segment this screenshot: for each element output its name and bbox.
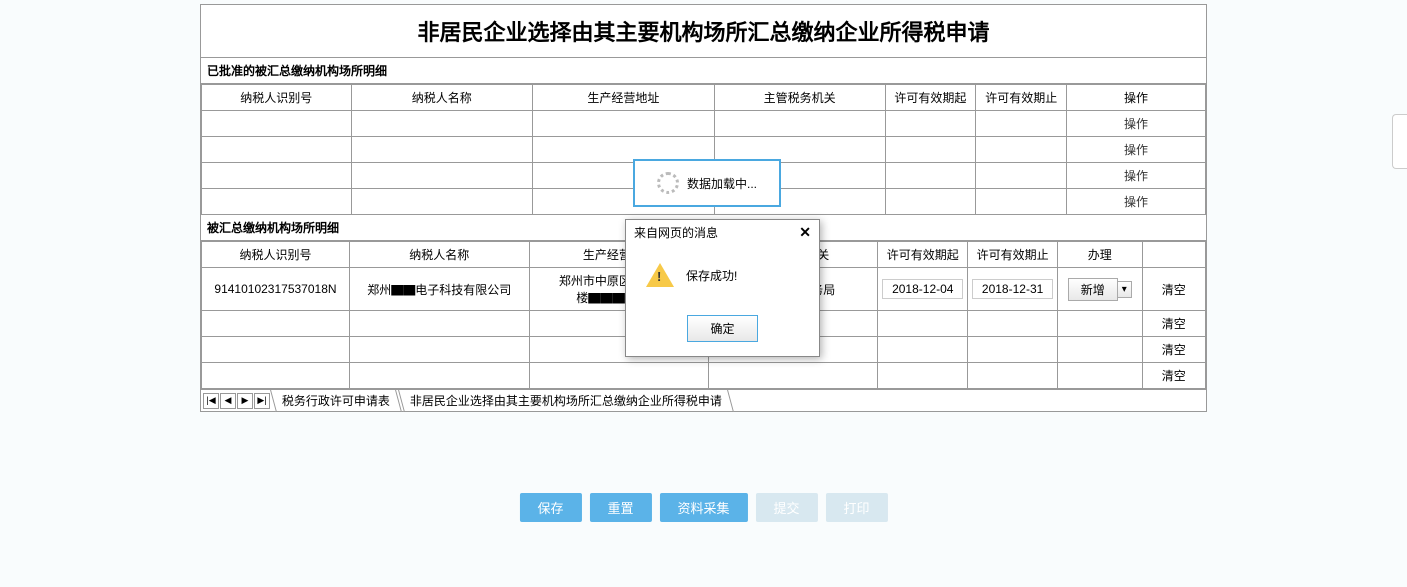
tab-bar: |◀ ◀ ▶ ▶| 税务行政许可申请表 非居民企业选择由其主要机构场所汇总缴纳企… [201, 389, 1206, 411]
clear-button[interactable]: 清空 [1162, 343, 1186, 357]
clear-button[interactable]: 清空 [1162, 317, 1186, 331]
tab-permit-form[interactable]: 税务行政许可申请表 [270, 390, 402, 412]
section1-title: 已批准的被汇总缴纳机构场所明细 [201, 58, 1206, 84]
bottom-toolbar: 保存 重置 资料采集 提交 打印 [519, 493, 887, 522]
save-button[interactable]: 保存 [519, 493, 581, 522]
clear-button[interactable]: 清空 [1162, 283, 1186, 297]
nav-next-icon[interactable]: ▶ [237, 393, 253, 409]
table-row: 清空 [202, 363, 1206, 389]
col-taxpayer-name: 纳税人名称 [351, 85, 533, 111]
col-action: 操作 [1067, 85, 1206, 111]
warning-icon [646, 263, 674, 287]
tab-nonresident-form[interactable]: 非居民企业选择由其主要机构场所汇总缴纳企业所得税申请 [398, 390, 734, 412]
cell-taxpayer-name: 郑州▇▇电子科技有限公司 [349, 268, 529, 311]
col-taxpayer-name: 纳税人名称 [349, 242, 529, 268]
col-address: 生产经营地址 [533, 85, 715, 111]
add-button[interactable]: 新增 [1068, 278, 1118, 301]
col-date-end: 许可有效期止 [976, 85, 1067, 111]
side-widget[interactable] [1392, 114, 1407, 169]
ok-button[interactable]: 确定 [687, 315, 757, 342]
page-title: 非居民企业选择由其主要机构场所汇总缴纳企业所得税申请 [201, 5, 1206, 58]
collect-button[interactable]: 资料采集 [659, 493, 747, 522]
submit-button: 提交 [756, 493, 818, 522]
cell-taxpayer-id: 91410102317537018N [202, 268, 350, 311]
message-dialog: 来自网页的消息 ✕ 保存成功! 确定 [625, 219, 820, 357]
col-tax-org: 主管税务机关 [714, 85, 885, 111]
nav-first-icon[interactable]: |◀ [203, 393, 219, 409]
reset-button[interactable]: 重置 [589, 493, 651, 522]
action-button[interactable]: 操作 [1124, 169, 1148, 183]
col-taxpayer-id: 纳税人识别号 [202, 85, 352, 111]
nav-prev-icon[interactable]: ◀ [220, 393, 236, 409]
col-date-start: 许可有效期起 [878, 242, 968, 268]
col-date-start: 许可有效期起 [885, 85, 976, 111]
dialog-message: 保存成功! [686, 267, 737, 284]
col-handle: 办理 [1058, 242, 1143, 268]
col-clear [1142, 242, 1205, 268]
table-row: 操作 [202, 111, 1206, 137]
dialog-title-text: 来自网页的消息 [634, 224, 718, 241]
date-end-input[interactable] [972, 279, 1053, 299]
loading-indicator: 数据加载中... [633, 159, 781, 207]
col-date-end: 许可有效期止 [968, 242, 1058, 268]
date-start-input[interactable] [882, 279, 963, 299]
spinner-icon [657, 172, 679, 194]
action-button[interactable]: 操作 [1124, 117, 1148, 131]
clear-button[interactable]: 清空 [1162, 369, 1186, 383]
close-icon[interactable]: ✕ [799, 224, 811, 241]
nav-last-icon[interactable]: ▶| [254, 393, 270, 409]
print-button: 打印 [826, 493, 888, 522]
loading-text: 数据加载中... [687, 175, 757, 192]
action-button[interactable]: 操作 [1124, 143, 1148, 157]
dropdown-button[interactable]: ▾ [1118, 281, 1132, 298]
col-taxpayer-id: 纳税人识别号 [202, 242, 350, 268]
action-button[interactable]: 操作 [1124, 195, 1148, 209]
